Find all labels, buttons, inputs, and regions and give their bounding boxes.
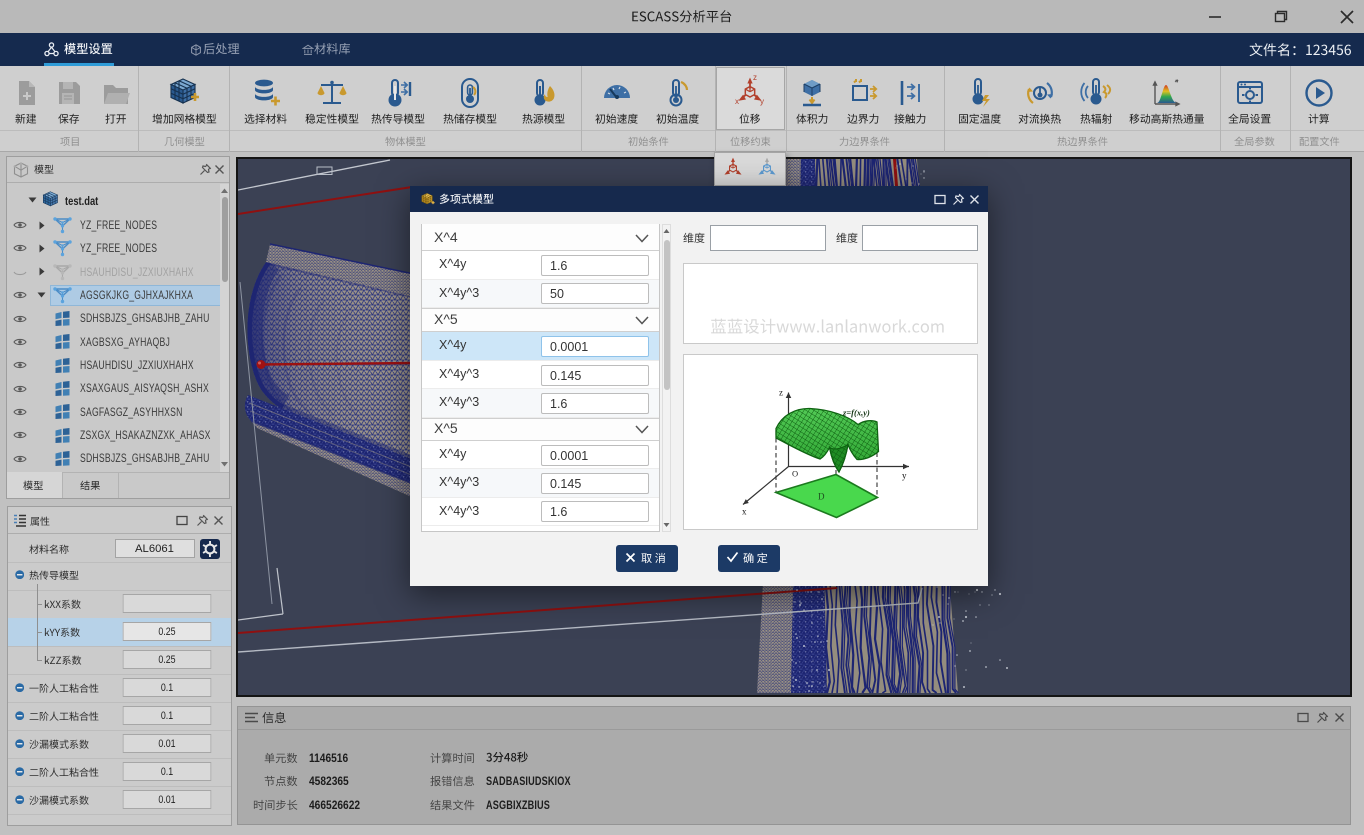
svg-text:D: D	[818, 491, 825, 501]
svg-text:z=f(x,y): z=f(x,y)	[842, 407, 870, 417]
svg-text:O: O	[792, 468, 798, 478]
svg-text:z: z	[779, 387, 783, 397]
svg-text:y: y	[902, 470, 907, 480]
svg-text:x: x	[742, 506, 747, 516]
